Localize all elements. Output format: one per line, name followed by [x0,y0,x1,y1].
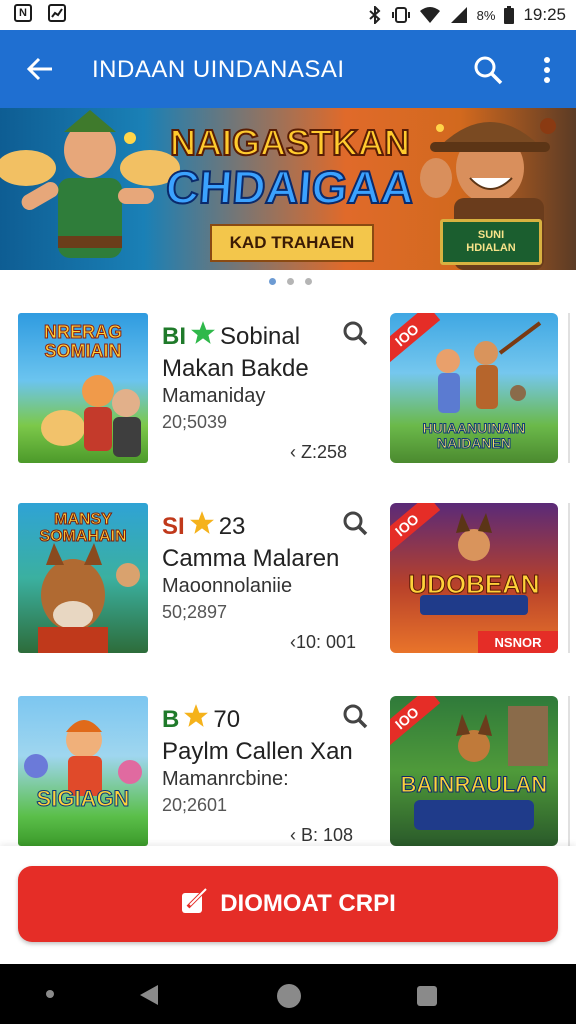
vibrate-icon [391,6,410,24]
star-icon [183,703,209,736]
rating-text: 23 [218,512,246,540]
thumbnail-title: MANSY SOMAHAIN [39,511,127,546]
game-name: Makan Bakde [162,355,309,382]
signal-icon [450,6,468,24]
thumbnail-title: NRERAG SOMIAIN [43,322,122,361]
promo-title: BAINRAULAN [400,772,548,798]
game-art [24,720,142,796]
game-meta: ‹ B: 108 [290,825,354,845]
battery-icon [504,6,515,24]
banner-sign-line1: SUNI [477,229,505,241]
banner-title-line2: CHDAIGAA [163,160,417,214]
promo-card[interactable]: IOO HUIAANUINAIN NAIDANEN [390,313,558,463]
game-stats: 20;5039 [162,412,228,432]
game-code: SI [162,512,185,540]
featured-banner[interactable]: NAIGASTKAN CHDAIGAA KAD TRAHAEN SUNI HDI… [0,108,576,270]
banner-sign: SUNI HDIALAN [440,219,542,265]
carousel-dot[interactable] [287,278,294,285]
app-bar: INDAAN UINDANASAI [0,30,576,108]
promo-title: UDOBEAN [408,569,540,600]
page-title: INDAAN UINDANASAI [92,56,345,83]
nav-back-icon[interactable] [138,984,160,1011]
game-thumbnail[interactable]: NRERAG SOMIAIN [18,313,148,463]
search-icon[interactable] [468,50,508,90]
rating-text: Sobinal [220,322,301,350]
clock: 19:25 [523,5,566,24]
thumbnail-title: SIGIAGN [36,786,130,812]
game-list-item[interactable]: NRERAG SOMIAIN BI Sobinal Makan Bakde Ma… [0,306,576,472]
banner-ribbon: KAD TRAHAEN [210,224,374,262]
next-card-edge [568,696,576,846]
search-icon[interactable] [342,703,368,729]
game-name: Camma Malaren [162,545,340,572]
chart-app-icon [48,4,66,22]
bluetooth-icon [367,6,383,24]
promo-card[interactable]: IOO BAINRAULAN [390,696,558,846]
nav-recents-icon[interactable] [416,985,438,1012]
next-card-edge [568,313,576,463]
rating-text: 70 [213,705,241,733]
game-developer: Mamanrcbine: [162,768,289,790]
edit-square-icon [180,887,208,922]
banner-sign-line2: HDIALAN [466,242,516,254]
promo-card[interactable]: IOO UDOBEAN NSNOR [390,503,558,653]
carousel-dot[interactable] [305,278,312,285]
nav-dot-icon [46,990,54,998]
game-developer: Maoonnolaniie [162,575,293,597]
n-app-icon: N [14,4,32,22]
game-thumbnail[interactable]: SIGIAGN [18,696,148,846]
game-stats: 20;2601 [162,795,228,815]
more-vert-icon[interactable] [532,50,562,90]
status-bar: N 8% 19:25 [0,0,576,30]
game-meta: ‹ Z:258 [290,442,348,462]
wifi-icon [419,6,441,24]
game-meta: ‹10: 001 [290,632,357,652]
game-developer: Mamaniday [162,385,266,407]
game-list-item[interactable]: MANSY SOMAHAIN SI 23 Camma Malaren Maoon… [0,496,576,662]
next-card-edge [568,503,576,653]
battery-percent: 8% [476,7,496,23]
banner-title-line1: NAIGASTKAN [169,121,411,164]
game-stats: 50;2897 [162,602,228,622]
system-nav-bar [0,964,576,1024]
carousel-dot-active[interactable] [269,278,276,285]
game-list-item[interactable]: SIGIAGN B 70 Paylm Callen Xan Mamanrcbin… [0,689,576,855]
back-arrow-icon[interactable] [20,50,60,88]
primary-action-button[interactable]: DIOMOAT CRPI [18,866,558,942]
game-info: BI Sobinal Makan Bakde Mamaniday 20;5039 [162,320,372,433]
promo-title: HUIAANUINAIN NAIDANEN [422,420,526,451]
game-code: B [162,705,180,733]
search-icon[interactable] [342,320,368,346]
game-thumbnail[interactable]: MANSY SOMAHAIN [18,503,148,653]
star-icon [189,510,215,543]
nav-home-icon[interactable] [276,983,302,1014]
game-info: SI 23 Camma Malaren Maoonnolaniie 50;289… [162,510,372,623]
game-name: Paylm Callen Xan [162,738,353,765]
star-icon [190,320,216,353]
search-icon[interactable] [342,510,368,536]
game-info: B 70 Paylm Callen Xan Mamanrcbine: 20;26… [162,703,372,816]
promo-footer: NSNOR [478,631,558,653]
game-code: BI [162,322,186,350]
primary-action-label: DIOMOAT CRPI [220,890,396,917]
